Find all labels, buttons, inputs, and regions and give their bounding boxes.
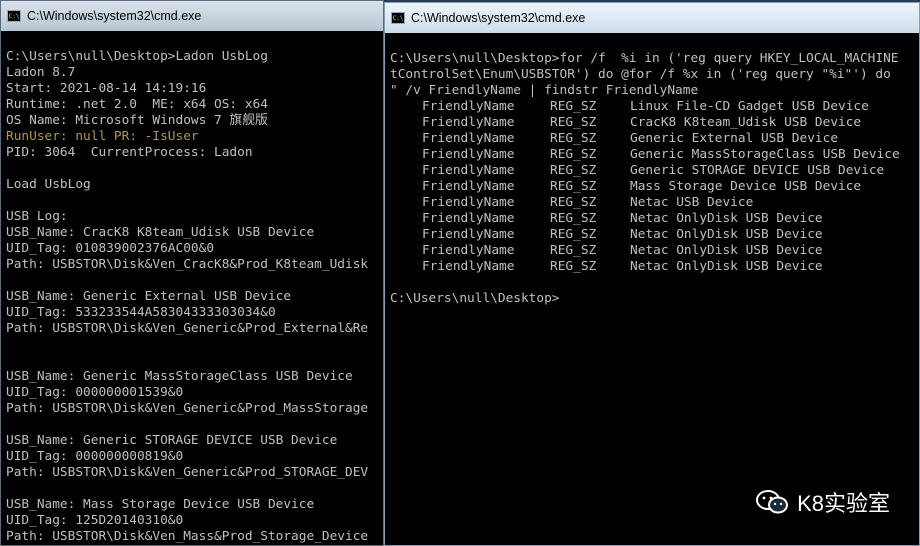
- registry-type: REG_SZ: [550, 211, 597, 226]
- registry-type: REG_SZ: [550, 99, 597, 114]
- console-line: USB_Name: Generic External USB Device: [6, 289, 292, 304]
- registry-type: REG_SZ: [550, 259, 597, 274]
- console-line: UID_Tag: 000000000819&0: [6, 449, 184, 464]
- registry-row: FriendlyName REG_SZ Generic STORAGE DEVICE…: [390, 163, 919, 179]
- console-line: Start: 2021-08-14 14:19:16: [6, 81, 207, 96]
- registry-value: Linux File-CD Gadget USB Device: [630, 99, 869, 114]
- title-bar[interactable]: C:\ C:\Windows\system32\cmd.exe: [385, 3, 919, 33]
- cmd-icon: C:\: [7, 10, 21, 22]
- window-title: C:\Windows\system32\cmd.exe: [27, 9, 202, 23]
- registry-name: FriendlyName: [422, 259, 515, 274]
- console-line: Path: USBSTOR\Disk&Ven_Generic&Prod_STOR…: [6, 465, 369, 480]
- console-line: USB_Name: CracK8 K8team_Udisk USB Device: [6, 225, 315, 240]
- registry-row: FriendlyName REG_SZ Netac OnlyDisk USB Dev…: [390, 227, 919, 243]
- registry-value: Mass Storage Device USB Device: [630, 179, 862, 194]
- console-output[interactable]: C:\Users\null\Desktop>Ladon UsbLog Ladon …: [6, 49, 383, 545]
- console-line: PID: 3064 CurrentProcess: Ladon: [6, 145, 253, 160]
- console-line: Runtime: .net 2.0 ME: x64 OS: x64: [6, 97, 268, 112]
- registry-name: FriendlyName: [422, 211, 515, 226]
- registry-name: FriendlyName: [422, 131, 515, 146]
- console-line: Path: USBSTOR\Disk&Ven_CracK8&Prod_K8tea…: [6, 257, 369, 272]
- console-output[interactable]: C:\Users\null\Desktop>for /f %i in ('reg…: [390, 51, 919, 545]
- registry-name: FriendlyName: [422, 195, 515, 210]
- command-line: C:\Users\null\Desktop>for /f %i in ('reg…: [390, 51, 899, 66]
- registry-type: REG_SZ: [550, 179, 597, 194]
- registry-name: FriendlyName: [422, 99, 515, 114]
- registry-type: REG_SZ: [550, 115, 597, 130]
- registry-value: Netac OnlyDisk USB Device: [630, 243, 823, 258]
- console-line: Path: USBSTOR\Disk&Ven_Mass&Prod_Storage…: [6, 529, 369, 544]
- console-line: USB_Name: Generic STORAGE DEVICE USB Dev…: [6, 433, 338, 448]
- watermark-text: K8实验室: [797, 491, 890, 516]
- command-line: tControlSet\Enum\USBSTOR') do @for /f %x…: [390, 67, 891, 82]
- registry-row: FriendlyName REG_SZ Generic External USB D…: [390, 131, 919, 147]
- registry-row: FriendlyName REG_SZ Linux File-CD Gadget U…: [390, 99, 919, 115]
- registry-type: REG_SZ: [550, 195, 597, 210]
- console-line: Ladon 8.7: [6, 65, 76, 80]
- registry-value: Netac OnlyDisk USB Device: [630, 227, 823, 242]
- registry-value: Netac OnlyDisk USB Device: [630, 259, 823, 274]
- wechat-icon: [756, 490, 789, 514]
- cmd-icon: C:\: [391, 12, 405, 24]
- registry-type: REG_SZ: [550, 163, 597, 178]
- registry-value: CracK8 K8team_Udisk USB Device: [630, 115, 862, 130]
- console-line: Path: USBSTOR\Disk&Ven_Generic&Prod_Exte…: [6, 321, 369, 336]
- registry-type: REG_SZ: [550, 131, 597, 146]
- registry-row: FriendlyName REG_SZ Mass Storage Device US…: [390, 179, 919, 195]
- console-line: USB_Name: Generic MassStorageClass USB D…: [6, 369, 353, 384]
- registry-value: Generic External USB Device: [630, 131, 839, 146]
- registry-name: FriendlyName: [422, 243, 515, 258]
- cmd-window-left[interactable]: C:\ C:\Windows\system32\cmd.exe C:\Users…: [0, 0, 384, 546]
- console-line: Load UsbLog: [6, 177, 91, 192]
- console-line: OS Name: Microsoft Windows 7 旗舰版: [6, 113, 268, 128]
- registry-name: FriendlyName: [422, 115, 515, 130]
- registry-row: FriendlyName REG_SZ Netac OnlyDisk USB Dev…: [390, 211, 919, 227]
- console-line: USB Log:: [6, 209, 68, 224]
- registry-value: Netac OnlyDisk USB Device: [630, 211, 823, 226]
- watermark: K8实验室: [755, 486, 890, 518]
- registry-name: FriendlyName: [422, 227, 515, 242]
- registry-value: Generic STORAGE DEVICE USB Device: [630, 163, 885, 178]
- window-title: C:\Windows\system32\cmd.exe: [411, 11, 586, 25]
- console-line: C:\Users\null\Desktop>Ladon UsbLog: [6, 49, 268, 64]
- registry-row: FriendlyName REG_SZ CracK8 K8team_Udisk US…: [390, 115, 919, 131]
- registry-value: Generic MassStorageClass USB Device: [630, 147, 900, 162]
- title-bar[interactable]: C:\ C:\Windows\system32\cmd.exe: [1, 1, 383, 31]
- registry-type: REG_SZ: [550, 227, 597, 242]
- registry-row: FriendlyName REG_SZ Netac OnlyDisk USB Dev…: [390, 243, 919, 259]
- command-line: " /v FriendlyName | findstr FriendlyName: [390, 83, 699, 98]
- registry-value: Netac USB Device: [630, 195, 754, 210]
- registry-name: FriendlyName: [422, 163, 515, 178]
- registry-row: FriendlyName REG_SZ Netac OnlyDisk USB Dev…: [390, 259, 919, 275]
- registry-name: FriendlyName: [422, 179, 515, 194]
- command-prompt[interactable]: C:\Users\null\Desktop>: [390, 291, 919, 307]
- console-line: UID_Tag: 010839002376AC00&0: [6, 241, 215, 256]
- registry-row: FriendlyName REG_SZ Netac USB Device: [390, 195, 919, 211]
- registry-row: FriendlyName REG_SZ Generic MassStorageCla…: [390, 147, 919, 163]
- console-line: USB_Name: Mass Storage Device USB Device: [6, 497, 315, 512]
- registry-type: REG_SZ: [550, 147, 597, 162]
- registry-type: REG_SZ: [550, 243, 597, 258]
- console-line: Path: USBSTOR\Disk&Ven_Generic&Prod_Mass…: [6, 401, 369, 416]
- cmd-window-right[interactable]: C:\ C:\Windows\system32\cmd.exe C:\Users…: [384, 2, 920, 546]
- console-line: UID_Tag: 000000001539&0: [6, 385, 184, 400]
- console-line: UID_Tag: 125D20140310&0: [6, 513, 184, 528]
- registry-name: FriendlyName: [422, 147, 515, 162]
- console-line: RunUser: null PR: -IsUser: [6, 129, 199, 144]
- console-line: UID_Tag: 533233544A58304333303034&0: [6, 305, 276, 320]
